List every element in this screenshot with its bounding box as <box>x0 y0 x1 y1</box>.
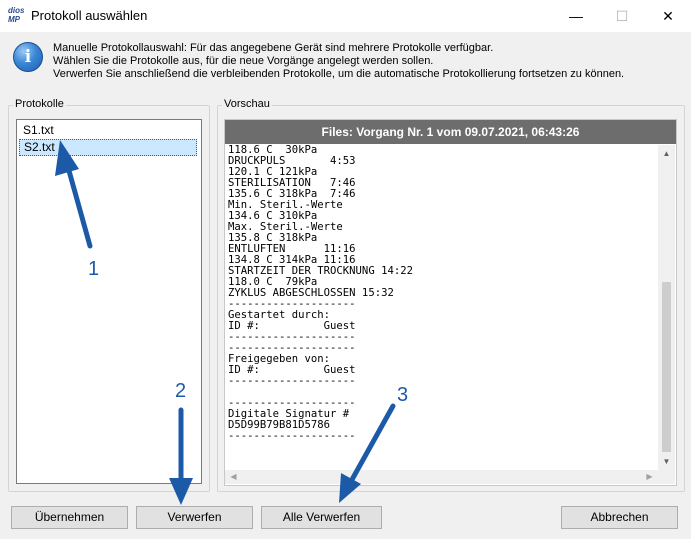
scroll-left-icon[interactable]: ◀ <box>225 470 242 484</box>
maximize-icon: ☐ <box>615 8 629 24</box>
alle-verwerfen-button[interactable]: Alle Verwerfen <box>261 506 382 529</box>
window-title: Protokoll auswählen <box>31 8 148 23</box>
maximize-button: ☐ <box>599 0 645 32</box>
info-icon: i <box>13 42 43 72</box>
vorschau-panel: Files: Vorgang Nr. 1 vom 09.07.2021, 06:… <box>224 119 677 486</box>
annotation-1: 1 <box>88 258 100 280</box>
vorschau-content: 118.6 C 30kPa DRUCKPULS 4:53 120.1 C 121… <box>228 145 413 442</box>
app-logo: dios MP <box>8 6 26 26</box>
close-button[interactable]: ✕ <box>645 0 691 32</box>
scroll-corner <box>658 470 675 484</box>
logo-line-1: dios <box>8 6 25 15</box>
title-bar[interactable]: dios MP Protokoll auswählen — ☐ ✕ <box>0 0 691 32</box>
horizontal-scrollbar[interactable]: ◀ ▶ <box>225 470 658 484</box>
list-item-s1[interactable]: S1.txt <box>19 122 201 138</box>
logo-line-2: MP <box>8 15 20 24</box>
annotation-3: 3 <box>397 384 409 406</box>
scroll-down-icon[interactable]: ▼ <box>658 453 675 470</box>
vertical-scrollbar[interactable]: ▲ ▼ <box>658 145 675 470</box>
protokolle-label: Protokolle <box>13 98 66 110</box>
minimize-icon: — <box>569 8 583 24</box>
info-text-line-3: Verwerfen Sie anschließend die verbleibe… <box>53 68 625 80</box>
minimize-button[interactable]: — <box>553 0 599 32</box>
info-text-line-2: Wählen Sie die Protokolle aus, für die n… <box>53 55 434 67</box>
list-item-s2-selected[interactable]: S2.txt <box>19 139 197 156</box>
uebernehmen-button[interactable]: Übernehmen <box>11 506 128 529</box>
vorschau-label: Vorschau <box>222 98 272 110</box>
verwerfen-button[interactable]: Verwerfen <box>136 506 253 529</box>
scroll-right-icon[interactable]: ▶ <box>641 470 658 484</box>
annotation-2: 2 <box>175 380 187 402</box>
close-icon: ✕ <box>662 8 674 24</box>
vorschau-header: Files: Vorgang Nr. 1 vom 09.07.2021, 06:… <box>225 120 676 144</box>
scroll-up-icon[interactable]: ▲ <box>658 145 675 162</box>
scroll-thumb[interactable] <box>662 282 671 452</box>
info-text-line-1: Manuelle Protokollauswahl: Für das angeg… <box>53 42 494 54</box>
protokolle-listbox[interactable]: S1.txt S2.txt <box>16 119 202 484</box>
abbrechen-button[interactable]: Abbrechen <box>561 506 678 529</box>
